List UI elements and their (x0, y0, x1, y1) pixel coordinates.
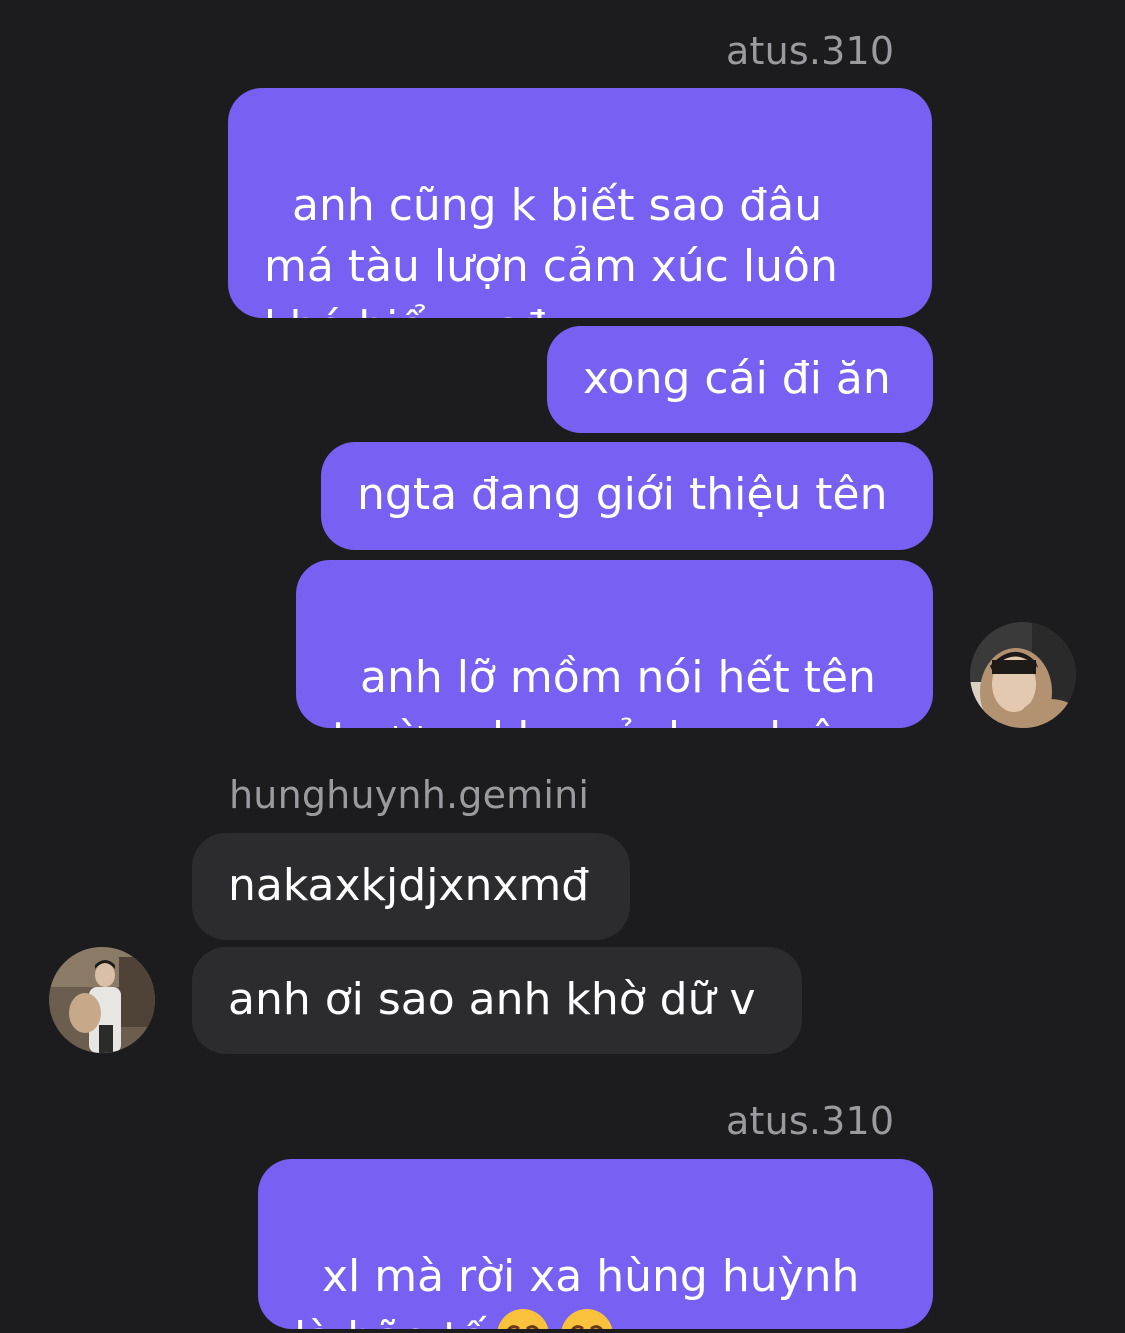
outgoing-message-bubble[interactable]: xl mà rời xa hùng huỳnh là bão tố (258, 1159, 933, 1329)
message-text: xong cái đi ăn (583, 353, 891, 404)
outgoing-message-bubble[interactable]: anh cũng k biết sao đâu má tàu lượn cảm … (228, 88, 932, 318)
message-text: anh lỡ mồm nói hết tên trường khoa ảnh r… (332, 652, 880, 728)
message-text: anh cũng k biết sao đâu má tàu lượn cảm … (264, 180, 838, 318)
message-text: anh ơi sao anh khờ dữ v (228, 974, 756, 1025)
message-text: ngta đang giới thiệu tên (357, 469, 888, 520)
outgoing-message-bubble[interactable]: ngta đang giới thiệu tên (321, 442, 933, 550)
outgoing-message-bubble[interactable]: xong cái đi ăn (547, 326, 933, 433)
incoming-message-bubble[interactable]: anh ơi sao anh khờ dữ v (192, 947, 802, 1054)
sender-name-atus: atus.310 (726, 1099, 895, 1143)
avatar-atus[interactable] (970, 622, 1076, 728)
sender-name-hunghuynh: hunghuynh.gemini (229, 773, 590, 817)
loudly-crying-face-icon (559, 1307, 615, 1329)
outgoing-message-bubble[interactable]: anh lỡ mồm nói hết tên trường khoa ảnh r… (296, 560, 933, 728)
loudly-crying-face-icon (495, 1307, 551, 1329)
avatar-hunghuynh[interactable] (49, 947, 155, 1053)
message-text: nakaxkjdjxnxmđ (228, 860, 590, 911)
sender-name-atus: atus.310 (726, 29, 895, 73)
incoming-message-bubble[interactable]: nakaxkjdjxnxmđ (192, 833, 630, 940)
